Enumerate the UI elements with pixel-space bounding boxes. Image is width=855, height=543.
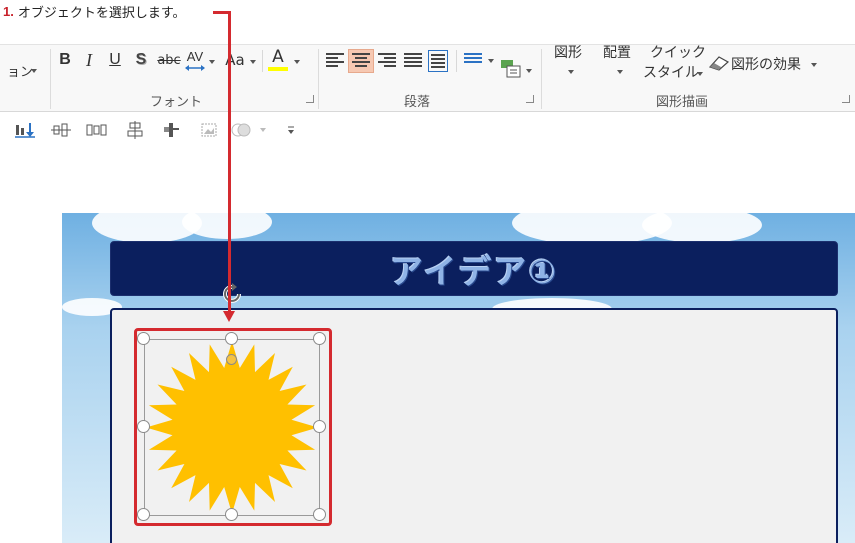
smartart-caret-icon[interactable] bbox=[526, 69, 532, 73]
char-spacing-arrow-icon bbox=[185, 65, 205, 71]
rotate-handle-icon[interactable] bbox=[220, 282, 246, 306]
screenshot-page: 1. オブジェクトを選択します。 ョン B I U S abc AV Aa A … bbox=[0, 0, 855, 543]
justify-icon[interactable] bbox=[404, 53, 422, 69]
left-partial-caret-icon bbox=[31, 69, 37, 73]
drawing-dialog-launcher-icon[interactable] bbox=[842, 95, 850, 103]
group-objects-icon[interactable] bbox=[160, 121, 182, 139]
font-color-bar bbox=[268, 67, 288, 71]
shapes-button[interactable]: 図形 bbox=[554, 45, 582, 59]
smartart-icon[interactable] bbox=[500, 59, 522, 79]
align-left-icon[interactable] bbox=[326, 53, 344, 69]
eraser-icon bbox=[708, 56, 730, 71]
annotation-arrow-line bbox=[228, 11, 231, 311]
bold-button[interactable]: B bbox=[56, 49, 74, 71]
paragraph-separator bbox=[456, 50, 457, 72]
align-center-icon[interactable] bbox=[352, 53, 370, 69]
drawing-group-label: 図形描画 bbox=[656, 95, 709, 110]
bold-label: B bbox=[59, 51, 71, 68]
instruction-body: オブジェクトを選択します。 bbox=[17, 5, 186, 21]
font-color-caret-icon[interactable] bbox=[294, 60, 300, 64]
instruction-number: 1. bbox=[3, 3, 14, 19]
highlight-box bbox=[134, 328, 332, 526]
shadow-label: S bbox=[135, 51, 147, 68]
shape-effects-caret-icon[interactable] bbox=[811, 63, 817, 67]
merge-shapes-caret-icon bbox=[260, 128, 266, 132]
shape-effects-button[interactable]: 図形の効果 bbox=[731, 57, 801, 73]
char-spacing-caret-icon[interactable] bbox=[209, 60, 215, 64]
font-dialog-launcher-icon[interactable] bbox=[306, 95, 314, 103]
crop-image-icon bbox=[198, 121, 220, 139]
distribute-horizontal-icon[interactable] bbox=[86, 121, 108, 139]
font-color-label: A bbox=[272, 47, 284, 67]
strikethrough-label: abc bbox=[157, 52, 181, 68]
change-case-button[interactable]: Aa bbox=[220, 49, 250, 71]
align-middle-icon[interactable] bbox=[50, 121, 72, 139]
italic-button[interactable]: I bbox=[80, 49, 98, 71]
align-center-vertical-icon[interactable] bbox=[124, 121, 146, 139]
arrange-button[interactable]: 配置 bbox=[603, 45, 631, 59]
italic-label: I bbox=[86, 49, 92, 70]
cloud-decoration bbox=[182, 213, 272, 239]
instruction-text: 1. オブジェクトを選択します。 bbox=[3, 1, 186, 21]
quick-styles-caret-icon[interactable] bbox=[697, 72, 703, 76]
shapes-caret-icon[interactable] bbox=[568, 70, 574, 74]
customize-toolbar-icon[interactable] bbox=[280, 121, 302, 139]
sort-align-icon[interactable] bbox=[14, 121, 36, 139]
align-right-icon[interactable] bbox=[378, 53, 396, 69]
char-spacing-label: AV bbox=[186, 48, 204, 64]
char-spacing-button[interactable]: AV bbox=[184, 47, 206, 65]
group-separator bbox=[541, 49, 542, 109]
columns-caret-icon[interactable] bbox=[488, 59, 494, 63]
slide-title: アイデア① bbox=[389, 251, 559, 291]
paragraph-dialog-launcher-icon[interactable] bbox=[526, 95, 534, 103]
ribbon: ョン B I U S abc AV Aa A フォント 段落 図形 配置 クイッ… bbox=[0, 44, 855, 112]
font-separator bbox=[262, 50, 263, 72]
align-toolbar bbox=[0, 113, 855, 145]
font-group-label: フォント bbox=[150, 95, 203, 110]
quick-styles-line2[interactable]: スタイル bbox=[643, 65, 699, 81]
columns-icon[interactable] bbox=[464, 53, 482, 69]
text-shadow-button[interactable]: S bbox=[132, 49, 150, 71]
change-case-caret-icon[interactable] bbox=[250, 60, 256, 64]
arrange-caret-icon[interactable] bbox=[617, 70, 623, 74]
distribute-lines bbox=[431, 54, 445, 70]
font-color-button[interactable]: A bbox=[267, 47, 289, 67]
annotation-arrow-head bbox=[223, 311, 235, 322]
quick-styles-line1[interactable]: クイック bbox=[650, 45, 706, 59]
group-separator bbox=[50, 49, 51, 109]
left-partial-label: ョン bbox=[6, 64, 33, 80]
group-separator bbox=[318, 49, 319, 109]
merge-shapes-icon bbox=[230, 121, 252, 139]
strikethrough-button[interactable]: abc bbox=[156, 49, 182, 71]
paragraph-group-label: 段落 bbox=[404, 95, 431, 110]
underline-label: U bbox=[109, 51, 121, 68]
cloud-decoration bbox=[642, 213, 762, 243]
underline-button[interactable]: U bbox=[106, 49, 124, 71]
